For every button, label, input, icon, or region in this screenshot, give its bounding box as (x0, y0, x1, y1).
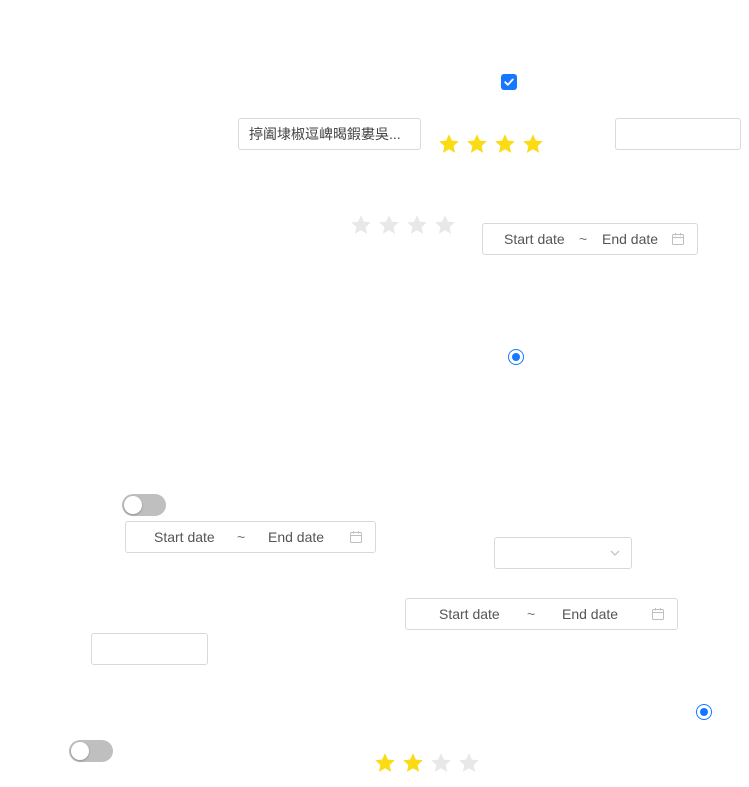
star-rating-2[interactable] (349, 213, 457, 237)
check-icon (504, 78, 514, 86)
end-date-input[interactable]: End date (562, 606, 618, 622)
radio-dot (700, 708, 708, 716)
date-range-picker-1[interactable]: Start date ~ End date (482, 223, 698, 255)
star-icon[interactable] (429, 751, 453, 775)
star-icon[interactable] (349, 213, 373, 237)
star-icon[interactable] (465, 132, 489, 156)
date-range-picker-3[interactable]: Start date ~ End date (405, 598, 678, 630)
star-icon[interactable] (457, 751, 481, 775)
calendar-icon (652, 608, 664, 620)
start-date-input[interactable]: Start date (504, 231, 565, 247)
radio-button-1[interactable] (508, 349, 524, 365)
checkbox[interactable] (501, 74, 517, 90)
star-icon[interactable] (433, 213, 457, 237)
end-date-input[interactable]: End date (268, 529, 324, 545)
end-date-input[interactable]: End date (602, 231, 658, 247)
radio-button-2[interactable] (696, 704, 712, 720)
star-icon[interactable] (377, 213, 401, 237)
date-range-separator: ~ (527, 606, 536, 622)
chevron-down-icon (610, 550, 620, 556)
star-icon[interactable] (405, 213, 429, 237)
toggle-switch-1[interactable] (122, 494, 166, 516)
date-range-separator: ~ (579, 231, 588, 247)
text-input-1[interactable]: 揨阖埭椒逗崥暍鍜婁吳... (238, 118, 421, 150)
text-input-3[interactable] (91, 633, 208, 665)
star-rating-3[interactable] (373, 751, 481, 775)
star-icon[interactable] (401, 751, 425, 775)
toggle-switch-2[interactable] (69, 740, 113, 762)
text-input-1-value: 揨阖埭椒逗崥暍鍜婁吳... (249, 126, 401, 142)
date-range-separator: ~ (237, 529, 246, 545)
star-icon[interactable] (437, 132, 461, 156)
calendar-icon (672, 233, 684, 245)
start-date-input[interactable]: Start date (439, 606, 500, 622)
switch-knob (71, 742, 89, 760)
star-icon[interactable] (373, 751, 397, 775)
start-date-input[interactable]: Start date (154, 529, 215, 545)
calendar-icon (350, 531, 362, 543)
star-icon[interactable] (521, 132, 545, 156)
text-input-2[interactable] (615, 118, 741, 150)
star-rating-1[interactable] (437, 132, 545, 156)
radio-dot (512, 353, 520, 361)
select-dropdown[interactable] (494, 537, 632, 569)
star-icon[interactable] (493, 132, 517, 156)
switch-knob (124, 496, 142, 514)
date-range-picker-2[interactable]: Start date ~ End date (125, 521, 376, 553)
